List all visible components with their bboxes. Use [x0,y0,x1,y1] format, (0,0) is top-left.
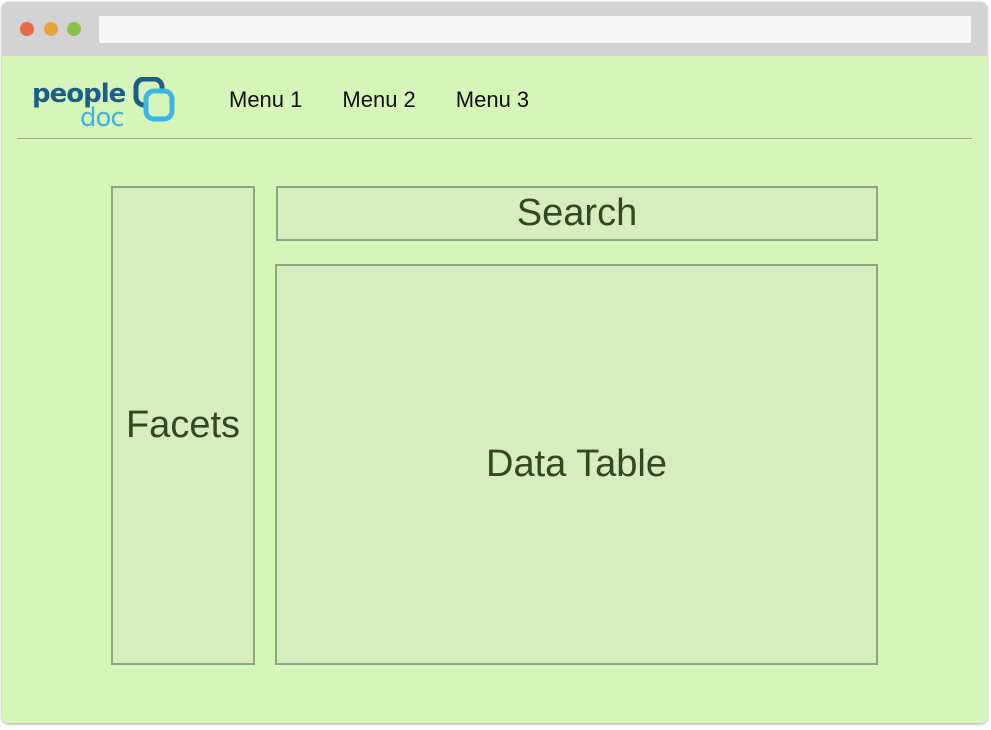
data-table[interactable]: Data Table [275,264,878,665]
facets-panel[interactable]: Facets [111,186,255,665]
peopledoc-logo-icon [133,77,175,122]
peopledoc-logo[interactable]: people doc [32,77,182,133]
logo-text-doc: doc [80,103,125,133]
maximize-window-button[interactable] [67,22,81,36]
header-divider [17,138,972,139]
close-window-button[interactable] [20,22,34,36]
menu-item-3[interactable]: Menu 3 [456,87,529,113]
address-bar[interactable] [99,16,971,43]
search-box[interactable]: Search [276,186,878,241]
browser-window: people doc Menu 1 Menu 2 Menu 3 Facets S… [2,2,987,723]
menu-item-2[interactable]: Menu 2 [342,87,415,113]
main-menu: Menu 1 Menu 2 Menu 3 [229,87,529,113]
menu-item-1[interactable]: Menu 1 [229,87,302,113]
data-table-label: Data Table [486,443,667,485]
minimize-window-button[interactable] [44,22,58,36]
browser-titlebar [2,2,987,56]
search-label: Search [516,192,638,234]
facets-label: Facets [125,404,241,446]
